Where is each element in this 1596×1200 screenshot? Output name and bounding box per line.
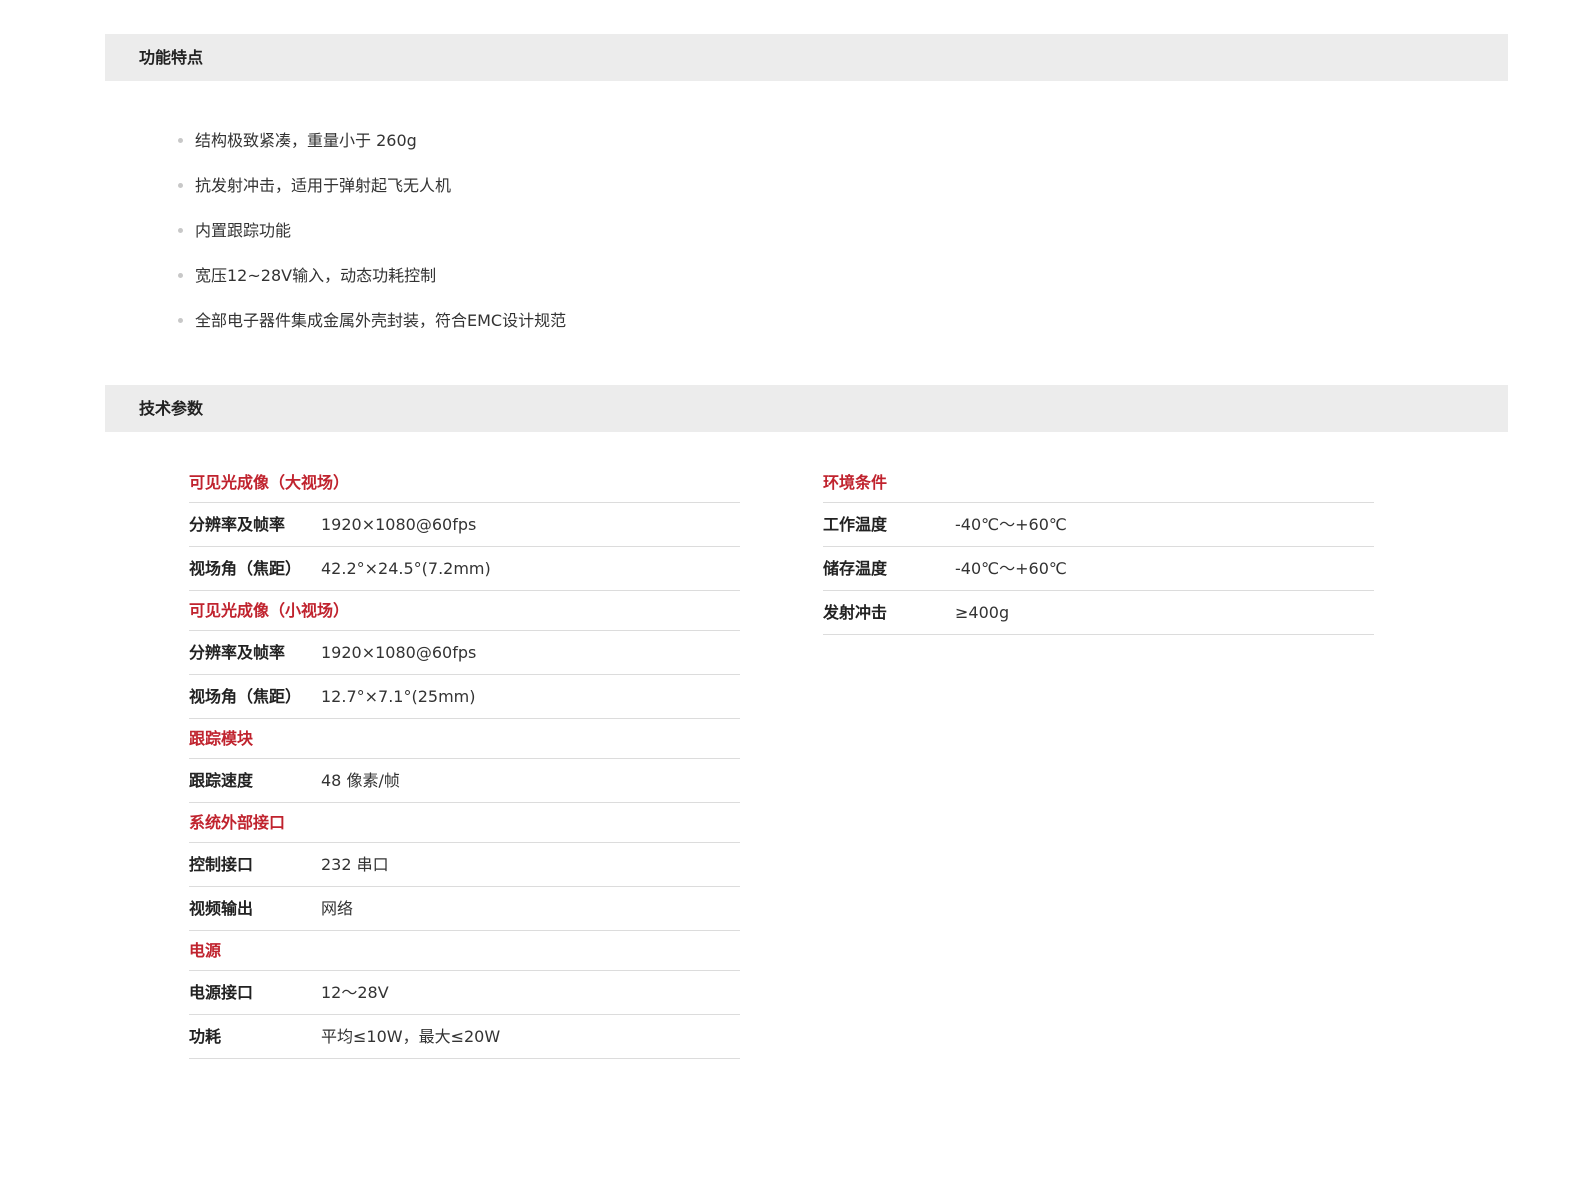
- spec-key: 电源接口: [189, 983, 254, 1002]
- spec-row: 功耗 平均≤10W，最大≤20W: [189, 1015, 740, 1059]
- spec-row: 发射冲击 ≥400g: [823, 591, 1374, 635]
- feature-item: 结构极致紧凑，重量小于 260g: [175, 118, 566, 163]
- group-title-visible-narrow: 可见光成像（小视场）: [189, 591, 740, 631]
- spec-key: 视场角（焦距）: [189, 559, 302, 578]
- spec-row: 视场角（焦距） 42.2°×24.5°(7.2mm): [189, 547, 740, 591]
- feature-text: 内置跟踪功能: [195, 221, 292, 240]
- feature-text: 结构极致紧凑，重量小于 260g: [195, 131, 417, 150]
- spec-table-right: 环境条件 工作温度 -40℃～+60℃ 储存温度 -40℃～+60℃ 发射冲击 ≥40…: [823, 463, 1374, 635]
- spec-table-left: 可见光成像（大视场） 分辨率及帧率 1920×1080@60fps 视场角（焦距）…: [189, 463, 740, 1059]
- bullet-dot-icon: [178, 183, 183, 188]
- spec-row: 分辨率及帧率 1920×1080@60fps: [189, 631, 740, 675]
- feature-text: 宽压12~28V输入，动态功耗控制: [195, 266, 437, 285]
- spec-key: 跟踪速度: [189, 771, 254, 790]
- bullet-dot-icon: [178, 138, 183, 143]
- spec-key: 视频输出: [189, 899, 254, 918]
- feature-item: 抗发射冲击，适用于弹射起飞无人机: [175, 163, 566, 208]
- spec-row: 控制接口 232 串口: [189, 843, 740, 887]
- feature-item: 内置跟踪功能: [175, 208, 566, 253]
- spec-value: 网络: [321, 899, 354, 918]
- specs-title: 技术参数: [139, 399, 204, 418]
- spec-row: 储存温度 -40℃～+60℃: [823, 547, 1374, 591]
- spec-key: 视场角（焦距）: [189, 687, 302, 706]
- bullet-dot-icon: [178, 318, 183, 323]
- spec-row: 视频输出 网络: [189, 887, 740, 931]
- specs-section-header: 技术参数: [105, 385, 1508, 432]
- features-title: 功能特点: [139, 48, 204, 67]
- spec-value: 48 像素/帧: [321, 771, 400, 790]
- spec-row: 电源接口 12～28V: [189, 971, 740, 1015]
- spec-row: 分辨率及帧率 1920×1080@60fps: [189, 503, 740, 547]
- features-list: 结构极致紧凑，重量小于 260g 抗发射冲击，适用于弹射起飞无人机 内置跟踪功能…: [175, 118, 566, 343]
- spec-value: -40℃～+60℃: [955, 559, 1067, 578]
- group-title-interface: 系统外部接口: [189, 803, 740, 843]
- spec-row: 视场角（焦距） 12.7°×7.1°(25mm): [189, 675, 740, 719]
- bullet-dot-icon: [178, 273, 183, 278]
- group-title-tracking: 跟踪模块: [189, 719, 740, 759]
- bullet-dot-icon: [178, 228, 183, 233]
- spec-value: 12.7°×7.1°(25mm): [321, 687, 476, 706]
- spec-key: 发射冲击: [823, 603, 888, 622]
- features-section-header: 功能特点: [105, 34, 1508, 81]
- feature-text: 全部电子器件集成金属外壳封装，符合EMC设计规范: [195, 311, 567, 330]
- spec-value: 12～28V: [321, 983, 389, 1002]
- feature-item: 宽压12~28V输入，动态功耗控制: [175, 253, 566, 298]
- spec-value: ≥400g: [955, 603, 1010, 622]
- group-title-power: 电源: [189, 931, 740, 971]
- spec-key: 工作温度: [823, 515, 888, 534]
- spec-key: 功耗: [189, 1027, 222, 1046]
- group-title-environment: 环境条件: [823, 463, 1374, 503]
- spec-row: 工作温度 -40℃～+60℃: [823, 503, 1374, 547]
- spec-key: 储存温度: [823, 559, 888, 578]
- spec-value: 平均≤10W，最大≤20W: [321, 1027, 501, 1046]
- spec-value: 232 串口: [321, 855, 389, 874]
- feature-item: 全部电子器件集成金属外壳封装，符合EMC设计规范: [175, 298, 566, 343]
- spec-value: 42.2°×24.5°(7.2mm): [321, 559, 491, 578]
- spec-row: 跟踪速度 48 像素/帧: [189, 759, 740, 803]
- spec-value: 1920×1080@60fps: [321, 515, 477, 534]
- spec-value: 1920×1080@60fps: [321, 643, 477, 662]
- spec-key: 分辨率及帧率: [189, 643, 286, 662]
- spec-key: 分辨率及帧率: [189, 515, 286, 534]
- feature-text: 抗发射冲击，适用于弹射起飞无人机: [195, 176, 452, 195]
- spec-key: 控制接口: [189, 855, 254, 874]
- group-title-visible-wide: 可见光成像（大视场）: [189, 463, 740, 503]
- spec-value: -40℃～+60℃: [955, 515, 1067, 534]
